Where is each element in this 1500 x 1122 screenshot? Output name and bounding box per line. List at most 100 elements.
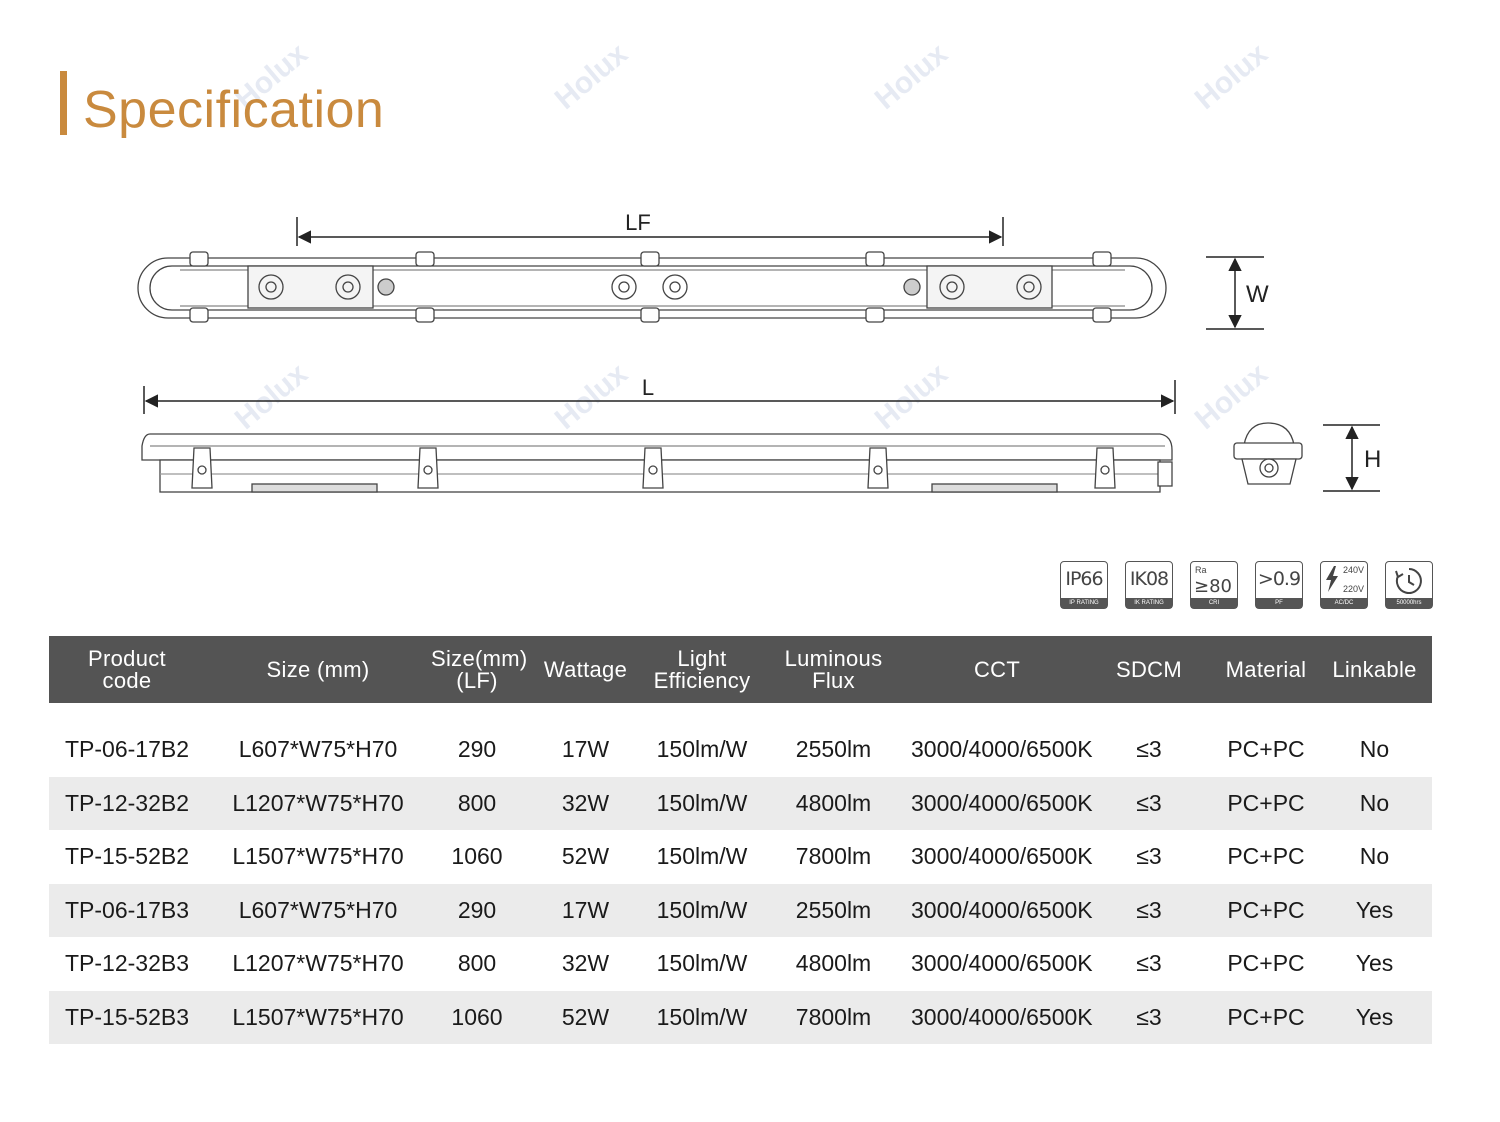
table-cell: 32W xyxy=(561,950,610,977)
column-header: SDCM xyxy=(1083,636,1215,703)
table-cell: TP-15-52B3 xyxy=(49,990,205,1044)
column-header: Light Efficiency xyxy=(648,636,756,703)
table-cell: ≤3 xyxy=(1136,950,1162,977)
table-cell: 800 xyxy=(431,776,523,830)
table-cell: No xyxy=(1317,776,1432,830)
l-dimension: L xyxy=(143,375,1176,414)
column-header: Wattage xyxy=(523,636,648,703)
table-cell: ≤3 xyxy=(1083,883,1215,937)
column-header: Product code xyxy=(49,636,205,703)
column-header-line: Light xyxy=(677,645,727,671)
table-cell: PC+PC xyxy=(1215,883,1317,937)
column-header: Linkable xyxy=(1317,636,1432,703)
table-cell: 32W xyxy=(523,776,648,830)
table-cell: 3000/4000/6500K xyxy=(911,843,1093,870)
column-header-line: Flux xyxy=(812,667,855,693)
h-dimension: H xyxy=(1323,424,1381,492)
table-cell: 17W xyxy=(561,736,610,763)
table-cell: 2550lm xyxy=(795,736,872,763)
table-cell: L1207*W75*H70 xyxy=(232,950,404,977)
table-cell: L607*W75*H70 xyxy=(238,736,398,763)
table-cell: Yes xyxy=(1317,990,1432,1044)
column-header: Luminous Flux xyxy=(756,636,911,703)
table-cell: 7800lm xyxy=(756,990,911,1044)
table-cell: 150lm/W xyxy=(648,990,756,1044)
column-header: CCT xyxy=(911,636,1083,703)
column-header: Size (mm) xyxy=(205,636,431,703)
table-cell: ≤3 xyxy=(1136,736,1162,763)
voltage-icon: 240V 220V AC/DC xyxy=(1320,561,1368,609)
table-cell: 290 xyxy=(457,736,497,763)
table-row: TP-15-52B2 L1507*W75*H70 1060 52W 150lm/W 780… xyxy=(49,830,1432,884)
table-cell: 3000/4000/6500K xyxy=(911,950,1093,977)
side-view-fixture xyxy=(141,433,1173,493)
h-label: H xyxy=(1364,446,1381,473)
table-header-row: Product code Size (mm) Size(mm) (LF) Wattage L… xyxy=(49,636,1432,703)
table-cell: 290 xyxy=(431,883,523,937)
table-cell: 3000/4000/6500K xyxy=(911,736,1093,763)
table-cell: TP-15-52B2 xyxy=(64,843,189,870)
table-cell: 3000/4000/6500K xyxy=(911,776,1093,830)
column-header: Size(mm) (LF) xyxy=(431,636,528,703)
table-row: TP-15-52B3 L1507*W75*H70 1060 52W 150lm/W 780… xyxy=(49,990,1432,1044)
lf-label: LF xyxy=(625,210,651,235)
table-cell: PC+PC xyxy=(1215,990,1317,1044)
column-header-line: Material xyxy=(1225,656,1307,682)
column-header-line: Luminous xyxy=(784,645,883,671)
lifetime-icon: 50000hrs xyxy=(1385,561,1433,609)
table-cell: 150lm/W xyxy=(648,776,756,830)
table-cell: 150lm/W xyxy=(656,950,748,977)
column-header-line: code xyxy=(102,667,152,693)
table-cell: 1060 xyxy=(431,990,523,1044)
column-header-line: CCT xyxy=(973,656,1021,682)
table-cell: 4800lm xyxy=(756,776,911,830)
column-header: Material xyxy=(1215,636,1317,703)
table-cell: L607*W75*H70 xyxy=(205,883,431,937)
column-header-line: Size(mm) xyxy=(431,645,528,671)
table-cell: 7800lm xyxy=(795,843,872,870)
table-cell: PC+PC xyxy=(1215,776,1317,830)
table-cell: PC+PC xyxy=(1227,843,1305,870)
table-cell: 800 xyxy=(457,950,497,977)
table-row: TP-12-32B2 L1207*W75*H70 800 32W 150lm/W 4800… xyxy=(49,776,1432,830)
certification-badges: IP66 IP RATING IK08 IK RATING Ra ≥80 CRI… xyxy=(1060,561,1433,609)
table-cell: 3000/4000/6500K xyxy=(911,990,1093,1044)
ik08-icon: IK08 IK RATING xyxy=(1125,561,1173,609)
table-cell: 2550lm xyxy=(756,883,911,937)
w-dimension: W xyxy=(1206,256,1269,330)
table-cell: 1060 xyxy=(451,843,503,870)
table-row: TP-06-17B3 L607*W75*H70 290 17W 150lm/W 2550l… xyxy=(49,883,1432,937)
column-header-line: (LF) xyxy=(456,667,498,693)
table-cell: 52W xyxy=(523,990,648,1044)
table-cell: TP-06-17B3 xyxy=(49,883,205,937)
end-view-fixture xyxy=(1233,422,1303,485)
table-cell: TP-12-32B2 xyxy=(49,776,205,830)
column-header-line: Size (mm) xyxy=(266,656,370,682)
column-header-line: Product xyxy=(88,645,166,671)
table-cell: 17W xyxy=(523,883,648,937)
table-cell: 150lm/W xyxy=(648,883,756,937)
lf-dimension: LF xyxy=(296,210,1004,246)
table-cell: PC+PC xyxy=(1227,950,1305,977)
table-cell: TP-12-32B3 xyxy=(64,950,189,977)
table-cell: 150lm/W xyxy=(656,843,748,870)
table-cell: TP-06-17B2 xyxy=(64,736,189,763)
cri-icon: Ra ≥80 CRI xyxy=(1190,561,1238,609)
column-header-line: Linkable xyxy=(1332,656,1417,682)
column-header-line: Efficiency xyxy=(653,667,751,693)
column-header-line: Wattage xyxy=(543,656,628,682)
table-cell: ≤3 xyxy=(1083,990,1215,1044)
table-cell: Yes xyxy=(1355,950,1394,977)
table-cell: No xyxy=(1359,843,1390,870)
table-cell: ≤3 xyxy=(1083,776,1215,830)
table-cell: L1507*W75*H70 xyxy=(232,843,404,870)
specification-table: Product code Size (mm) Size(mm) (LF) Wattage L… xyxy=(49,636,1432,1044)
clock-icon xyxy=(1395,568,1422,594)
column-header-line: SDCM xyxy=(1116,656,1182,682)
technical-drawing: LF W L H xyxy=(137,210,1381,493)
lightning-icon xyxy=(1326,566,1338,592)
table-cell: No xyxy=(1359,736,1390,763)
table-row: TP-12-32B3 L1207*W75*H70 800 32W 150lm/W 4800… xyxy=(49,937,1432,991)
l-label: L xyxy=(642,375,654,400)
ip66-icon: IP66 IP RATING xyxy=(1060,561,1108,609)
